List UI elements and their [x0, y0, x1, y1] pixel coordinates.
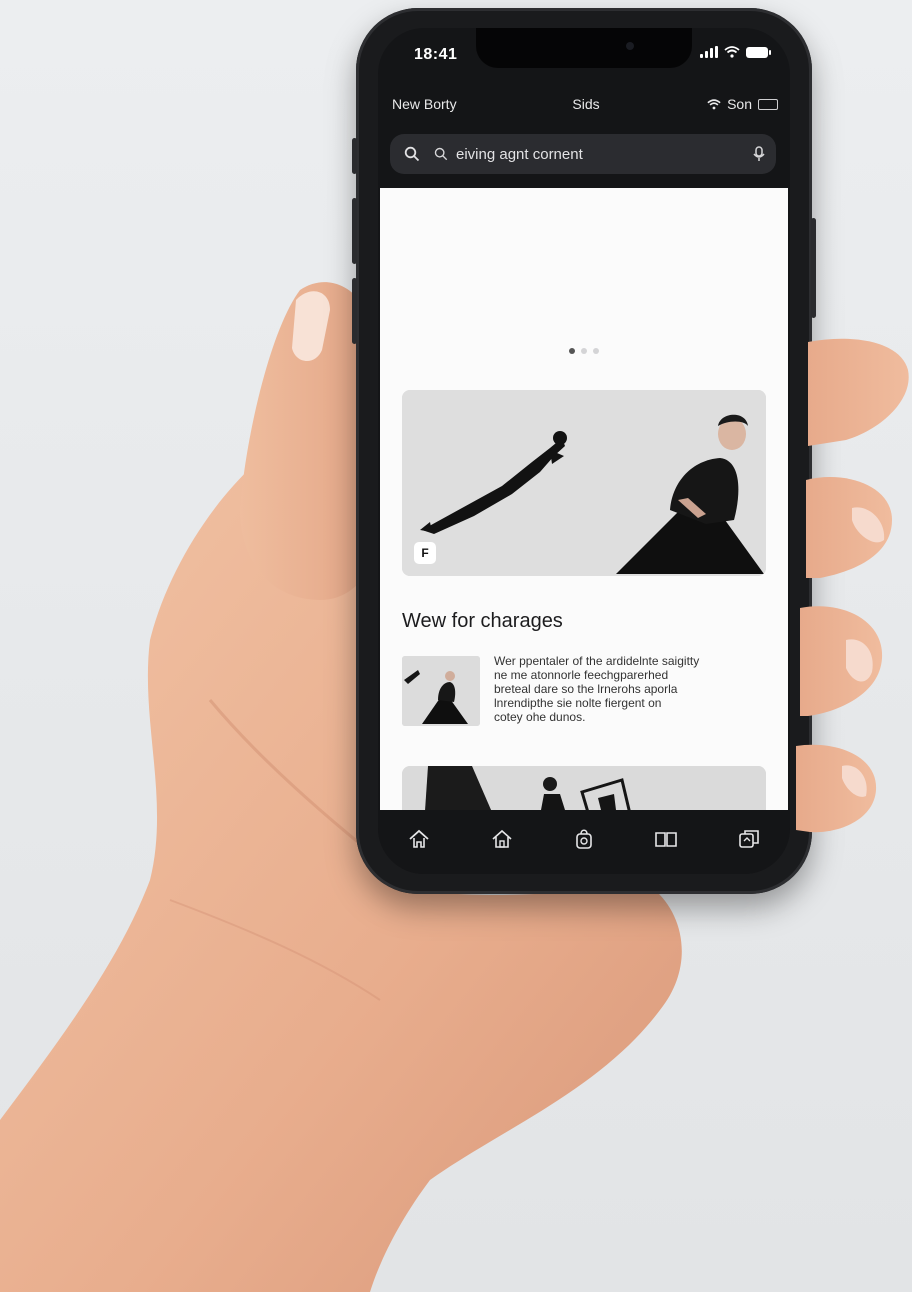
- wifi-icon: [724, 46, 740, 58]
- nav-bar: New Borty Sids Son: [378, 88, 790, 118]
- article-line: Wer ppentaler of the ardidelnte saigitty: [494, 654, 700, 668]
- search-icon[interactable]: [404, 146, 434, 162]
- phone: 18:41 New Borty Sids Son eiving agnt cor…: [352, 8, 816, 894]
- carousel-dot[interactable]: [569, 348, 575, 354]
- book-icon: [655, 832, 678, 847]
- tab-home-outline[interactable]: [399, 826, 439, 852]
- article-line: ne me atonnorle feechgparerhed: [494, 668, 669, 682]
- tab-home[interactable]: [482, 826, 522, 852]
- scene: 18:41 New Borty Sids Son eiving agnt cor…: [0, 0, 912, 1292]
- next-card-illustration: [402, 766, 766, 810]
- nav-right-label: Son: [727, 96, 752, 112]
- article-line: breteal dare so the lrnerohs aporla: [494, 682, 678, 696]
- search-icon: [434, 147, 448, 161]
- phone-screen: 18:41 New Borty Sids Son eiving agnt cor…: [378, 28, 790, 874]
- tab-library[interactable]: [646, 826, 686, 852]
- battery-icon: [758, 98, 778, 110]
- volume-up-button[interactable]: [352, 198, 357, 264]
- status-bar: 18:41: [378, 28, 790, 72]
- power-button[interactable]: [811, 218, 816, 318]
- wifi-icon: [707, 98, 721, 109]
- carousel-dot[interactable]: [593, 348, 599, 354]
- status-icons: [700, 46, 771, 58]
- hero-badge[interactable]: F: [414, 542, 436, 564]
- article-thumbnail-illustration: [402, 656, 480, 726]
- next-image-card[interactable]: [402, 766, 766, 810]
- article-thumbnail[interactable]: [402, 656, 480, 726]
- nav-right: Son: [707, 96, 778, 112]
- carousel-dots: [380, 348, 788, 354]
- article-line: cotey ohe dunos.: [494, 710, 586, 724]
- battery-icon: [746, 46, 771, 58]
- carousel[interactable]: [380, 188, 788, 378]
- tab-bar: [378, 810, 790, 874]
- hero-illustration: [402, 390, 766, 576]
- article-line: lnrendipthe sie nolte fiergent on: [494, 696, 662, 710]
- search-input[interactable]: [454, 144, 742, 164]
- home-icon: [492, 829, 512, 848]
- status-time: 18:41: [414, 46, 458, 63]
- mute-switch[interactable]: [352, 138, 357, 174]
- carousel-dot[interactable]: [581, 348, 587, 354]
- bag-icon: [576, 829, 592, 849]
- search-bar[interactable]: [390, 134, 776, 174]
- hero-image-card[interactable]: F: [402, 390, 766, 576]
- home-outline-icon: [409, 829, 429, 848]
- article-item[interactable]: Wer ppentaler of the ardidelnte saigitty…: [402, 654, 766, 744]
- signal-icon: [700, 46, 718, 58]
- tab-tabs[interactable]: [729, 826, 769, 852]
- tabs-icon: [738, 830, 759, 848]
- mic-icon[interactable]: [742, 146, 776, 162]
- volume-down-button[interactable]: [352, 278, 357, 344]
- tab-shop[interactable]: [564, 826, 604, 852]
- section-title: Wew for charages: [402, 610, 563, 632]
- article-summary: Wer ppentaler of the ardidelnte saigitty…: [494, 654, 762, 724]
- content-area: F Wew for charages Wer ppentaler of the …: [380, 188, 788, 810]
